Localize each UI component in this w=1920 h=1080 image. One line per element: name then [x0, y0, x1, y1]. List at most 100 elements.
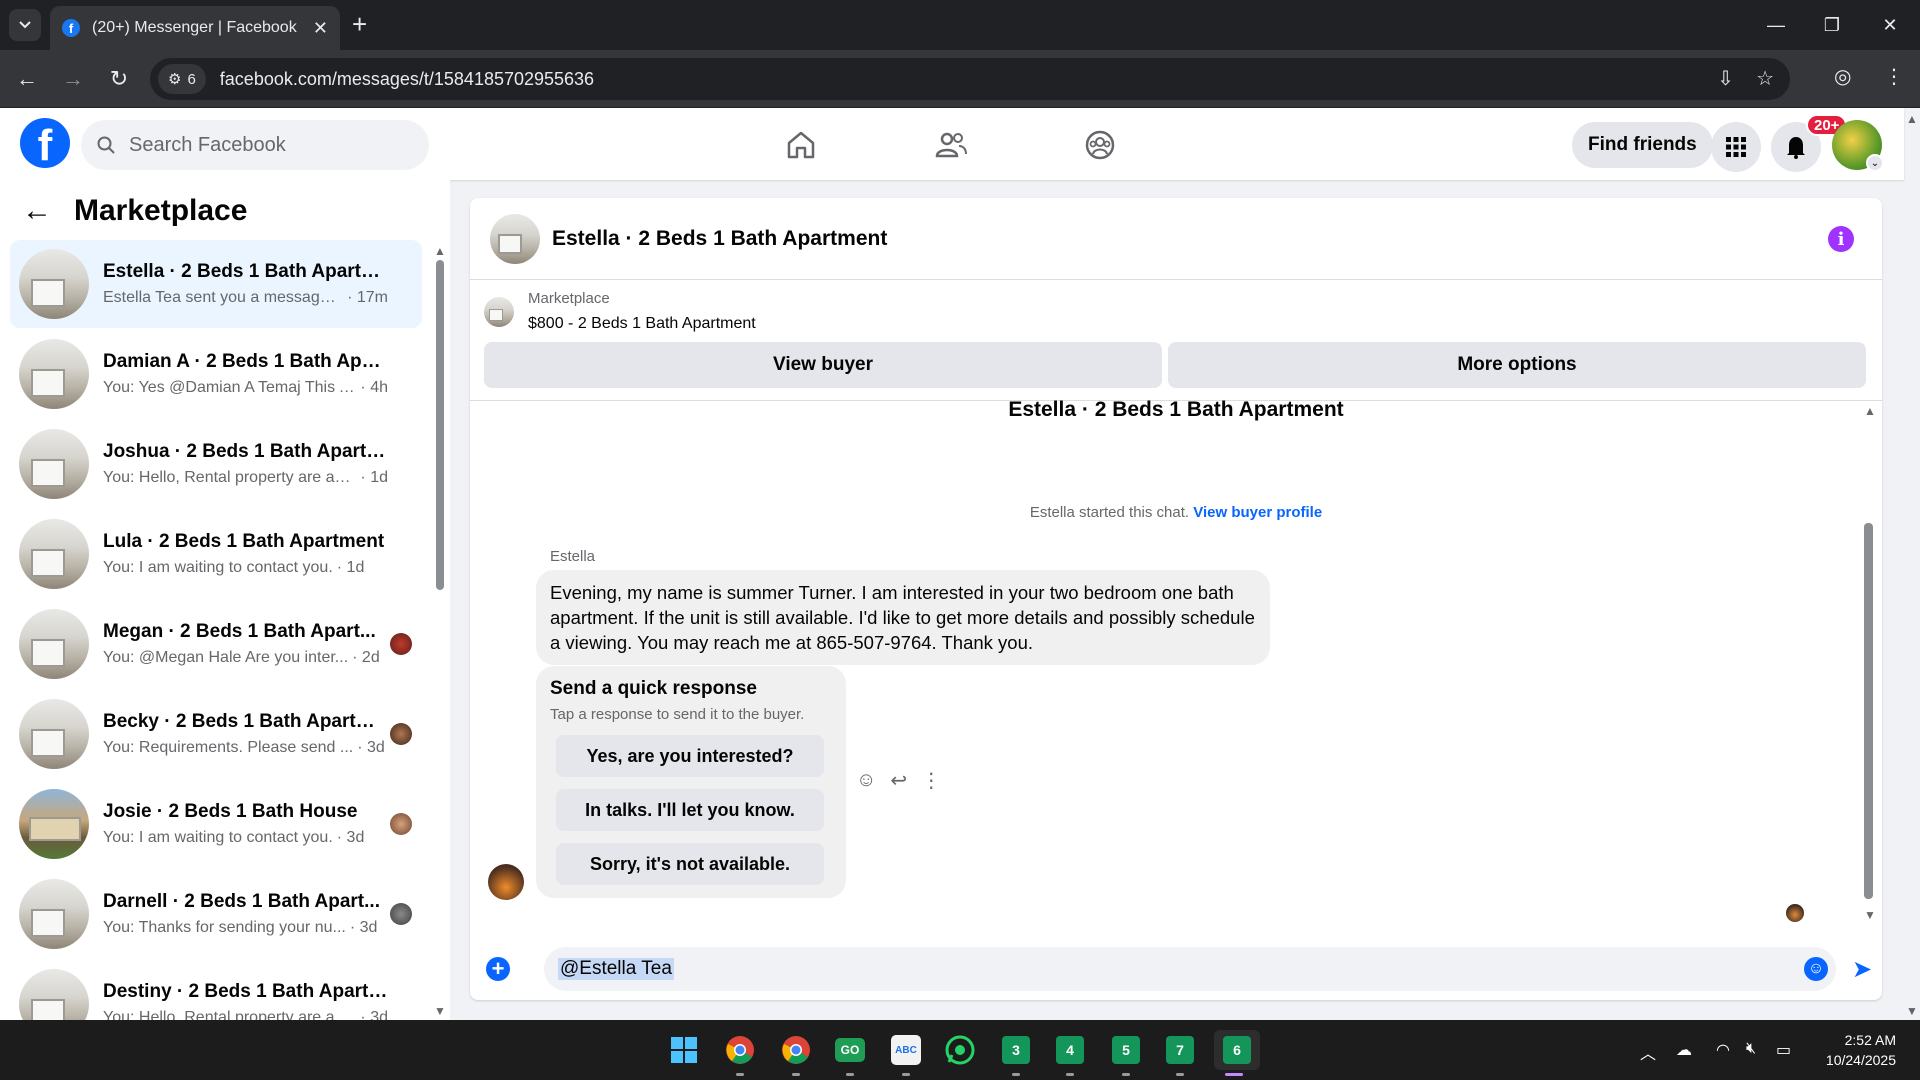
back-button[interactable]: ← — [12, 64, 42, 94]
conversation-item[interactable]: Joshua · 2 Beds 1 Bath Apartment You: He… — [10, 420, 422, 508]
app-5-label: 5 — [1112, 1036, 1140, 1064]
sidebar-scrollbar[interactable] — [436, 260, 444, 590]
menu-kebab-icon[interactable]: ⋮ — [1884, 64, 1904, 89]
chat-scroll-down-arrow[interactable]: ▼ — [1864, 908, 1876, 922]
app-abc-icon[interactable]: ABC — [886, 1030, 926, 1076]
conversation-time: · 2d — [352, 649, 380, 666]
conversation-name: Megan · 2 Beds 1 Bath Apart... — [103, 621, 376, 642]
taskbar-app-7[interactable]: 7 — [1160, 1030, 1200, 1076]
wifi-icon[interactable]: ◠ — [1716, 1040, 1730, 1060]
conversation-name: Josie · 2 Beds 1 Bath House — [103, 801, 358, 822]
find-friends-button[interactable]: Find friends — [1572, 122, 1713, 168]
listing-thumbnail — [19, 519, 89, 589]
listing-thumbnail — [19, 339, 89, 409]
message-input-text: @Estella Tea — [558, 958, 674, 980]
site-info-chip[interactable]: ⚙ 6 — [158, 64, 206, 94]
chat-title[interactable]: Estella · 2 Beds 1 Bath Apartment — [552, 227, 887, 251]
listing-thumbnail[interactable] — [490, 213, 540, 264]
restore-button[interactable]: ❐ — [1804, 0, 1860, 50]
quick-response-yes-button[interactable]: Yes, are you interested? — [556, 735, 824, 777]
chat-header: Estella · 2 Beds 1 Bath Apartment i — [470, 198, 1882, 280]
tab-title: (20+) Messenger | Facebook — [92, 19, 297, 36]
conversation-item[interactable]: Josie · 2 Beds 1 Bath House You: I am wa… — [10, 780, 422, 868]
close-tab-icon[interactable]: ✕ — [313, 18, 328, 39]
taskbar-app-5[interactable]: 5 — [1106, 1030, 1146, 1076]
taskbar-app-4[interactable]: 4 — [1050, 1030, 1090, 1076]
quick-response-in-talks-button[interactable]: In talks. I'll let you know. — [556, 789, 824, 831]
page-scroll-up-arrow[interactable]: ▲ — [1906, 112, 1918, 126]
app-green-icon[interactable]: GO — [830, 1030, 870, 1076]
listing-thumbnail — [19, 699, 89, 769]
chat-scroll-up-arrow[interactable]: ▲ — [1864, 404, 1876, 418]
message-bubble[interactable]: Evening, my name is summer Turner. I am … — [536, 570, 1270, 665]
search-box[interactable] — [81, 120, 429, 170]
quick-response-not-available-button[interactable]: Sorry, it's not available. — [556, 843, 824, 885]
marketplace-sidebar: ← Marketplace Estella · 2 Beds 1 Bath Ap… — [0, 180, 450, 1020]
groups-icon[interactable] — [1077, 122, 1123, 168]
conversation-preview: You: I am waiting to contact you. — [103, 829, 333, 846]
message-input[interactable]: @Estella Tea ☺ — [544, 947, 1836, 991]
emoji-icon[interactable]: ☺ — [1804, 957, 1828, 981]
listing-summary[interactable]: Marketplace $800 - 2 Beds 1 Bath Apartme… — [484, 290, 756, 333]
reply-icon[interactable]: ↩ — [890, 768, 907, 793]
taskbar-app-6[interactable]: 6 — [1214, 1030, 1260, 1076]
close-window-button[interactable]: ✕ — [1862, 0, 1918, 50]
install-app-icon[interactable]: ⇩ — [1717, 66, 1734, 91]
sender-avatar[interactable] — [488, 864, 524, 900]
address-bar[interactable]: ⚙ 6 facebook.com/messages/t/158418570295… — [150, 58, 1790, 100]
profile-icon[interactable]: ◎ — [1834, 64, 1851, 89]
chevron-up-icon[interactable]: ︿ — [1640, 1040, 1656, 1064]
onedrive-icon[interactable]: ☁ — [1676, 1040, 1692, 1060]
bookmark-star-icon[interactable]: ☆ — [1756, 66, 1774, 91]
app-4-label: 4 — [1056, 1036, 1084, 1064]
system-clock[interactable]: 2:52 AM 10/24/2025 — [1816, 1030, 1896, 1070]
battery-icon[interactable]: ▭ — [1776, 1040, 1791, 1060]
back-arrow-icon[interactable]: ← — [22, 194, 52, 228]
conversation-item[interactable]: Becky · 2 Beds 1 Bath Apartm... You: Req… — [10, 690, 422, 778]
seen-avatar — [390, 813, 412, 835]
quick-response-card: Send a quick response Tap a response to … — [536, 666, 846, 898]
view-buyer-button[interactable]: View buyer — [484, 342, 1162, 388]
chrome-icon[interactable] — [720, 1030, 760, 1076]
more-kebab-icon[interactable]: ⋮ — [921, 768, 941, 793]
home-icon[interactable] — [778, 122, 824, 168]
conversation-time: · 3d — [336, 829, 365, 846]
new-tab-button[interactable]: + — [352, 10, 367, 38]
scroll-up-arrow[interactable]: ▲ — [434, 244, 446, 258]
conversation-item[interactable]: Estella · 2 Beds 1 Bath Apartment Estell… — [10, 240, 422, 328]
scroll-down-arrow[interactable]: ▼ — [434, 1004, 446, 1018]
volume-muted-icon[interactable]: 🔇︎ — [1746, 1040, 1756, 1058]
conversation-item[interactable]: Damian A · 2 Beds 1 Bath Apart... You: Y… — [10, 330, 422, 418]
start-windows-icon[interactable] — [664, 1030, 704, 1070]
conversation-time: · 4h — [360, 379, 388, 396]
conversation-item[interactable]: Destiny · 2 Beds 1 Bath Apartment You: H… — [10, 960, 422, 1020]
conversation-item[interactable]: Lula · 2 Beds 1 Bath Apartment You: I am… — [10, 510, 422, 598]
menu-grid-button[interactable] — [1711, 122, 1761, 172]
plus-icon[interactable]: + — [486, 957, 510, 981]
whatsapp-icon[interactable] — [940, 1030, 980, 1070]
info-icon[interactable]: i — [1828, 226, 1854, 252]
react-emoji-icon[interactable]: ☺ — [856, 769, 876, 792]
forward-button[interactable]: → — [58, 64, 88, 94]
friends-icon[interactable] — [928, 122, 974, 168]
conversation-item[interactable]: Darnell · 2 Beds 1 Bath Apart... You: Th… — [10, 870, 422, 958]
conversation-item[interactable]: Megan · 2 Beds 1 Bath Apart... You: @Meg… — [10, 600, 422, 688]
app-7-label: 7 — [1166, 1036, 1194, 1064]
browser-tab[interactable]: f (20+) Messenger | Facebook ✕ — [50, 6, 340, 50]
page-scroll-down-arrow[interactable]: ▼ — [1906, 1004, 1918, 1018]
taskbar-app-3[interactable]: 3 — [996, 1030, 1036, 1076]
reload-button[interactable]: ↻ — [104, 64, 134, 94]
view-buyer-profile-link[interactable]: View buyer profile — [1193, 504, 1322, 521]
more-options-button[interactable]: More options — [1168, 342, 1866, 388]
search-input[interactable] — [127, 132, 387, 158]
send-icon[interactable]: ➤ — [1852, 955, 1872, 984]
listing-price: $800 - 2 Beds 1 Bath Apartment — [528, 315, 756, 332]
conversation-name: Darnell · 2 Beds 1 Bath Apart... — [103, 891, 380, 912]
account-avatar[interactable]: ⌄ — [1832, 120, 1884, 172]
chrome-profile-icon[interactable] — [776, 1030, 816, 1076]
facebook-logo[interactable]: f — [20, 118, 70, 168]
chat-scrollbar[interactable] — [1864, 523, 1873, 899]
minimize-button[interactable]: — — [1748, 0, 1804, 50]
app-6-label: 6 — [1223, 1036, 1251, 1064]
tab-search-button[interactable] — [9, 9, 41, 41]
